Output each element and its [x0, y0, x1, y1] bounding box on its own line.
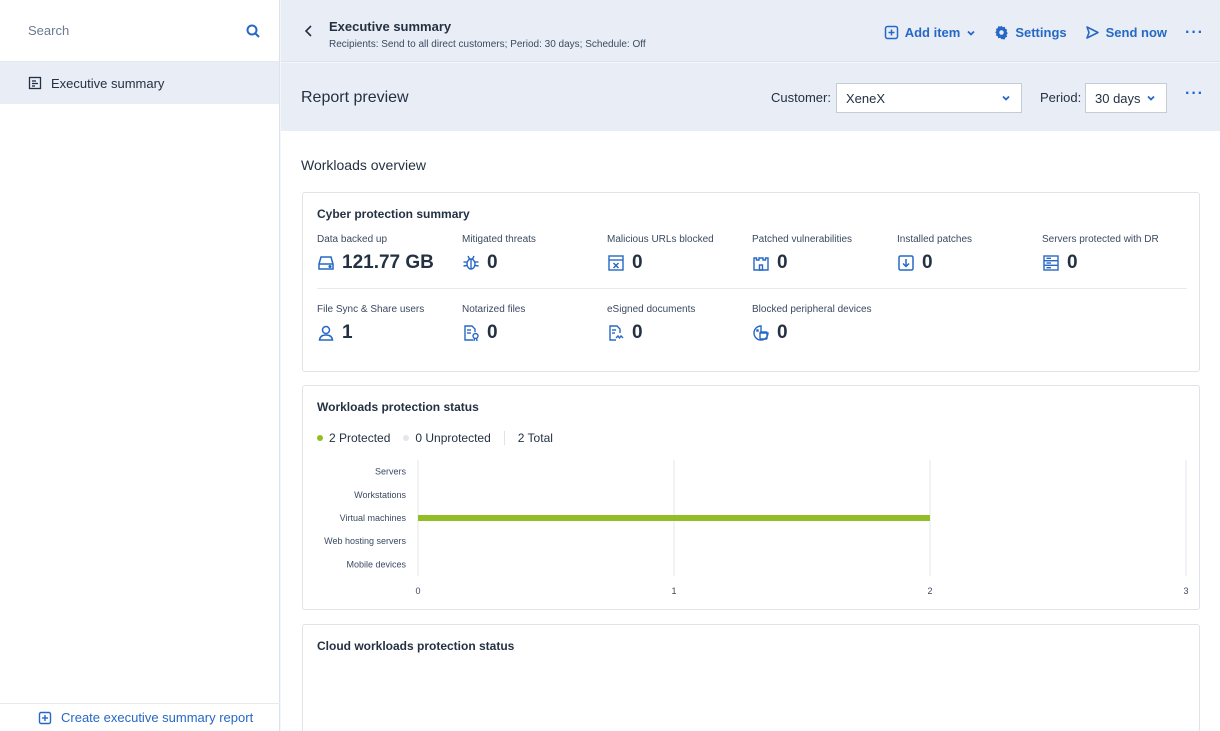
metric-label: Patched vulnerabilities [752, 234, 853, 245]
castle-icon [753, 257, 769, 271]
chevron-down-icon [967, 30, 975, 36]
metric-notarized-files: Notarized files 0 [462, 304, 602, 344]
cloud-workloads-card: Cloud workloads protection status [302, 624, 1200, 731]
metric-file-sync-users: File Sync & Share users 1 [317, 304, 457, 344]
user-icon [318, 325, 334, 341]
send-now-label: Send now [1105, 25, 1168, 40]
gear-icon [995, 25, 1009, 40]
metric-value: 0 [777, 252, 788, 273]
search-input[interactable]: Search [28, 23, 69, 38]
cyber-protection-card: Cyber protection summary Data backed up … [302, 192, 1200, 372]
card-title: Cyber protection summary [317, 207, 470, 221]
bar-virtual-machines[interactable] [418, 515, 930, 521]
chevron-down-icon [1147, 95, 1155, 101]
metric-value: 1 [342, 322, 353, 343]
metric-servers-protected-dr: Servers protected with DR 0 [1042, 234, 1182, 274]
metric-label: Malicious URLs blocked [607, 234, 714, 245]
period-label: Period: [1040, 90, 1082, 105]
x-tick-label: 1 [671, 586, 676, 596]
plus-square-icon [884, 25, 898, 40]
period-select-value: 30 days [1095, 90, 1141, 106]
y-category-label: Virtual machines [340, 513, 407, 523]
metric-label: Data backed up [317, 234, 388, 245]
peripheral-icon [753, 325, 769, 341]
metric-value: 0 [487, 252, 498, 273]
sidebar-item-label: Executive summary [51, 75, 165, 91]
workloads-protection-card: Workloads protection status 2 Protected … [302, 385, 1200, 610]
server-icon [1043, 255, 1059, 271]
notarized-file-icon [464, 325, 479, 342]
signed-document-icon [609, 325, 624, 341]
metric-label: Servers protected with DR [1042, 234, 1159, 245]
customer-label: Customer: [771, 90, 831, 105]
metric-label: Blocked peripheral devices [752, 304, 872, 315]
create-report-button[interactable]: Create executive summary report [0, 703, 280, 731]
report-content: Workloads overview Cyber protection summ… [281, 131, 1220, 731]
plus-square-icon [38, 711, 52, 724]
metric-data-backed-up: Data backed up 121.77 GB [317, 234, 457, 274]
metric-label: Installed patches [897, 234, 973, 245]
metric-value: 0 [632, 252, 643, 273]
search-icon[interactable] [245, 23, 261, 39]
create-report-label: Create executive summary report [61, 710, 254, 725]
metric-value: 121.77 GB [342, 252, 434, 273]
metric-value: 0 [777, 322, 788, 343]
toolbar-more-button[interactable]: ··· [1185, 85, 1204, 103]
x-tick-label: 2 [927, 586, 932, 596]
customer-select[interactable]: XeneX [836, 83, 1022, 113]
metric-value: 0 [922, 252, 933, 273]
x-tick-label: 0 [415, 586, 420, 596]
add-item-label: Add item [904, 25, 961, 40]
chevron-down-icon [1002, 95, 1010, 101]
metric-blocked-peripheral-devices: Blocked peripheral devices 0 [752, 304, 892, 344]
sidebar-item-executive-summary[interactable]: Executive summary [0, 62, 279, 104]
sidebar: Search Executive summary Create executiv… [0, 0, 280, 731]
metric-patched-vulnerabilities: Patched vulnerabilities 0 [752, 234, 892, 274]
settings-button[interactable]: Settings [994, 25, 1067, 40]
metric-label: Mitigated threats [462, 234, 536, 245]
period-select[interactable]: 30 days [1085, 83, 1167, 113]
blocked-url-icon [608, 255, 624, 271]
card-title: Cloud workloads protection status [317, 639, 515, 653]
metric-value: 0 [632, 322, 643, 343]
report-preview-title: Report preview [301, 89, 409, 106]
add-item-button[interactable]: Add item [884, 25, 977, 40]
metrics-divider [317, 288, 1187, 289]
metric-value: 0 [1067, 252, 1078, 273]
sidebar-search[interactable]: Search [0, 0, 279, 62]
metric-label: Notarized files [462, 304, 526, 315]
send-now-button[interactable]: Send now [1085, 25, 1167, 40]
header-more-button[interactable]: ··· [1185, 24, 1204, 40]
page-header: Executive summary Recipients: Send to al… [281, 0, 1220, 62]
metric-installed-patches: Installed patches 0 [897, 234, 1037, 274]
metric-label: File Sync & Share users [317, 304, 425, 315]
y-category-label: Web hosting servers [324, 536, 406, 546]
customer-select-value: XeneX [846, 90, 886, 106]
send-icon [1085, 26, 1099, 39]
metric-value: 0 [487, 322, 498, 343]
y-category-label: Mobile devices [346, 559, 406, 569]
page-title: Executive summary [329, 19, 452, 34]
back-icon[interactable] [303, 24, 315, 38]
bug-icon [463, 255, 479, 270]
report-icon [28, 76, 42, 90]
workloads-bar-chart: 0 1 2 3 Servers Workstations Virtual machines W… [324, 460, 1189, 596]
page-subtitle: Recipients: Send to all direct customers… [329, 39, 646, 50]
x-tick-label: 3 [1183, 586, 1188, 596]
metric-mitigated-threats: Mitigated threats 0 [462, 234, 602, 274]
settings-label: Settings [1015, 25, 1067, 40]
drive-icon [318, 256, 334, 270]
section-title: Workloads overview [301, 157, 427, 173]
metric-esigned-documents: eSigned documents 0 [607, 304, 747, 344]
y-category-label: Workstations [354, 490, 406, 500]
metric-malicious-urls-blocked: Malicious URLs blocked 0 [607, 234, 747, 274]
download-icon [898, 255, 914, 271]
y-category-label: Servers [375, 467, 407, 477]
report-toolbar: Report preview Customer: XeneX Period: 3… [281, 63, 1220, 131]
metric-label: eSigned documents [607, 304, 696, 315]
